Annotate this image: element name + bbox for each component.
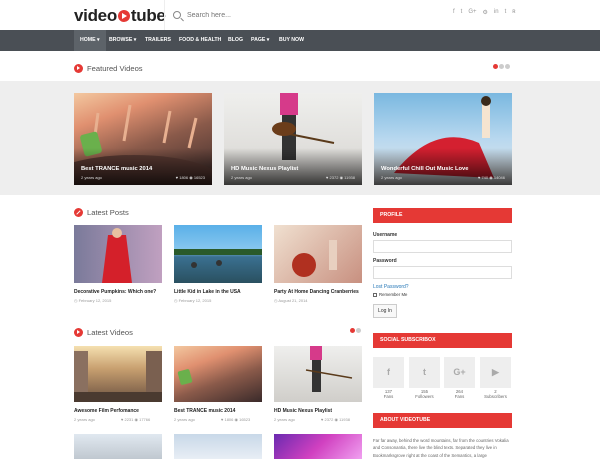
main-nav: HOME ▾ BROWSE ▾ TRAILERS FOOD & HEALTH B… [0,30,600,51]
social-count: 137 Fans [383,389,394,399]
pencil-icon [74,208,83,217]
nav-home[interactable]: HOME ▾ [74,30,106,51]
social-count: 2 Subscribers [484,389,507,399]
featured-stats: ♥ 740 ◉ 14046 [477,175,505,180]
login-button[interactable]: Log In [373,304,397,318]
video-thumb-2[interactable] [174,346,262,402]
username-label: Username [373,232,398,238]
nav-buy-now[interactable]: BUY NOW [273,30,310,51]
carousel-dot-2[interactable] [499,64,504,69]
play-logo-icon [117,10,130,22]
remember-me: Remember Me [373,292,407,297]
social-links: f t G+ ⚙ in t ʀ [453,9,516,16]
search-input[interactable] [187,11,387,19]
video-thumb-5[interactable] [174,434,262,459]
featured-stats: ♥ 2372 ◉ 11938 [326,175,355,180]
post-date: ◷ February 12, 2015 [174,298,212,303]
twitter-icon[interactable]: t [409,357,440,388]
carousel-dot-2[interactable] [356,328,361,333]
nav-trailers[interactable]: TRAILERS [139,30,177,51]
carousel-dot-1[interactable] [350,328,355,333]
featured-title[interactable]: Best TRANCE music 2014 [81,166,152,172]
video-title[interactable]: Awesome Film Perfomance [74,408,139,414]
video-stats: ♥ 2372 ◉ 11938 [321,417,350,422]
featured-title[interactable]: Wonderful Chill Out Music Love [381,166,469,172]
video-stats: ♥ 1806 ◉ 16523 [221,417,251,422]
google-plus-icon[interactable]: G+ [468,9,476,16]
featured-card-3[interactable]: Wonderful Chill Out Music Love 2 years a… [374,93,512,185]
settings-icon[interactable]: ⚙ [483,9,488,16]
post-title[interactable]: Decorative Pumpkins: Which one? [74,289,156,295]
social-widget-title: SOCIAL SUBSCRIBOX [373,333,512,348]
post-date: ◷ August 21, 2014 [274,298,308,303]
nav-browse[interactable]: BROWSE ▾ [103,30,142,51]
social-count: 264 Fans [454,389,465,399]
latest-posts-heading: Latest Posts [74,208,129,217]
latest-videos-heading: Latest Videos [74,328,133,337]
featured-card-2[interactable]: HD Music Nexus Playlist 2 years ago ♥ 23… [224,93,362,185]
facebook-icon[interactable]: f [373,357,404,388]
tumblr-icon[interactable]: t [505,9,507,16]
search-bar [164,0,444,30]
site-logo[interactable]: video tube [74,6,166,26]
play-circle-icon [74,328,83,337]
post-title[interactable]: Little Kid in Lake in the USA [174,289,241,295]
top-bar: videotube f t G+ ⚙ in t ʀ [0,0,600,30]
post-thumb-1[interactable] [74,225,162,283]
featured-age: 2 years ago [381,175,402,180]
video-thumb-6[interactable] [274,434,362,459]
post-thumb-2[interactable] [174,225,262,283]
post-thumb-3[interactable] [274,225,362,283]
username-field[interactable] [373,240,512,253]
post-title[interactable]: Party At Home Dancing Cranberries [274,289,359,295]
featured-card-1[interactable]: Best TRANCE music 2014 2 years ago ♥ 180… [74,93,212,185]
video-title[interactable]: Best TRANCE music 2014 [174,408,235,414]
post-date: ◷ February 12, 2015 [74,298,112,303]
twitter-icon[interactable]: t [461,9,463,16]
video-thumb-1[interactable] [74,346,162,402]
social-count: 155 Followers [415,389,434,399]
youtube-icon[interactable]: ▶ [480,357,511,388]
nav-food-health[interactable]: FOOD & HEALTH [173,30,227,51]
featured-title[interactable]: HD Music Nexus Playlist [231,166,298,172]
play-circle-icon [74,64,83,73]
featured-heading: Featured Videos [74,64,143,73]
carousel-dot-1[interactable] [493,64,498,69]
google-plus-icon[interactable]: G+ [444,357,475,388]
featured-age: 2 years ago [81,175,102,180]
video-age: 2 years ago [174,417,195,422]
lost-password-link[interactable]: Lost Password? [373,284,409,290]
featured-stats: ♥ 1806 ◉ 16523 [175,175,205,180]
remember-me-checkbox[interactable] [373,292,377,297]
password-field[interactable] [373,266,512,279]
video-thumb-4[interactable] [74,434,162,459]
about-widget-title: ABOUT VIDEOTUBE [373,413,512,428]
facebook-icon[interactable]: f [453,9,455,16]
password-label: Password [373,258,397,264]
carousel-dot-3[interactable] [505,64,510,69]
search-icon[interactable] [173,11,181,19]
profile-widget-title: PROFILE [373,208,512,223]
linkedin-icon[interactable]: in [494,9,499,16]
video-age: 2 years ago [274,417,295,422]
rss-icon[interactable]: ʀ [512,9,515,16]
featured-age: 2 years ago [231,175,252,180]
video-stats: ♥ 2231 ◉ 17766 [121,417,151,422]
video-age: 2 years ago [74,417,95,422]
nav-page[interactable]: PAGE ▾ [245,30,275,51]
video-title[interactable]: HD Music Nexus Playlist [274,408,332,414]
video-thumb-3[interactable] [274,346,362,402]
about-text: Far far away, behind the word mountains,… [373,438,509,458]
